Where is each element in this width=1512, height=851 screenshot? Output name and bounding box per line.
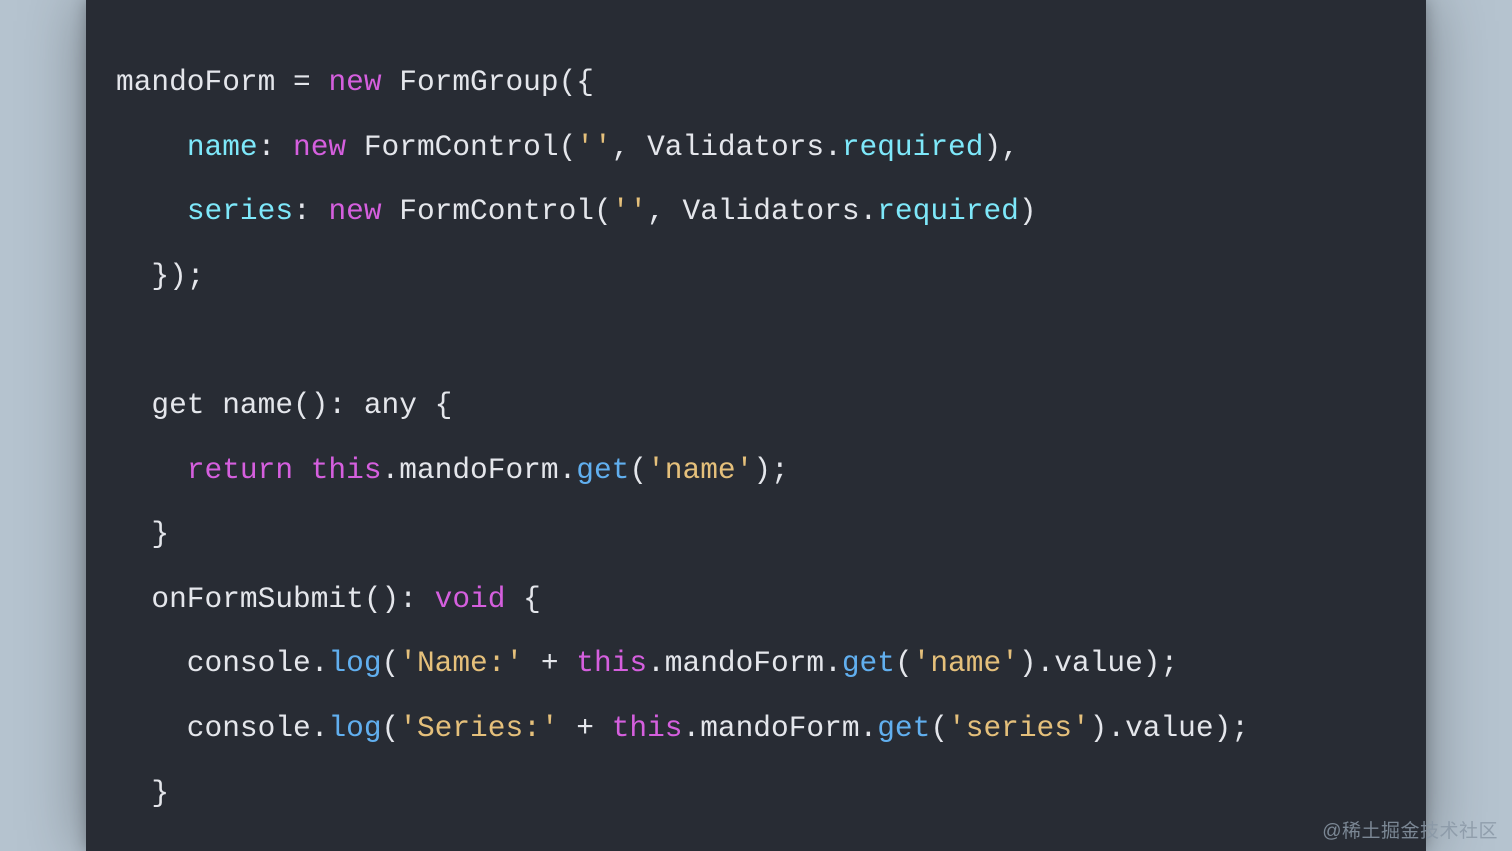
code-editor: mandoForm = new FormGroup({ name: new Fo… bbox=[86, 0, 1426, 851]
code-token: ); bbox=[753, 453, 788, 487]
code-token: + bbox=[559, 711, 612, 745]
code-token-string: 'name' bbox=[647, 453, 753, 487]
code-token-call: log bbox=[328, 711, 381, 745]
code-token: } bbox=[116, 517, 169, 551]
code-token bbox=[116, 194, 187, 228]
code-token-string: 'Series:' bbox=[399, 711, 558, 745]
code-token-this: this bbox=[576, 646, 647, 680]
code-token bbox=[293, 453, 311, 487]
code-token: ( bbox=[895, 646, 913, 680]
code-token bbox=[116, 130, 187, 164]
code-token: .mandoForm. bbox=[382, 453, 577, 487]
code-token: , Validators. bbox=[612, 130, 842, 164]
code-token: : bbox=[293, 194, 328, 228]
code-token: .mandoForm. bbox=[683, 711, 878, 745]
code-token-call: get bbox=[877, 711, 930, 745]
code-token: console. bbox=[116, 711, 328, 745]
code-token-property: required bbox=[877, 194, 1019, 228]
code-token: ( bbox=[629, 453, 647, 487]
code-token: ( bbox=[930, 711, 948, 745]
code-token: } bbox=[116, 776, 169, 810]
code-token-keyword: new bbox=[328, 65, 381, 99]
code-token-string: '' bbox=[612, 194, 647, 228]
code-token: + bbox=[523, 646, 576, 680]
code-token-string: 'Name:' bbox=[399, 646, 523, 680]
code-token: FormControl( bbox=[346, 130, 576, 164]
code-token: mandoForm bbox=[116, 65, 293, 99]
code-token: get name(): any { bbox=[116, 388, 452, 422]
code-token-property: required bbox=[842, 130, 984, 164]
code-token: FormControl( bbox=[382, 194, 612, 228]
code-token: FormGroup({ bbox=[382, 65, 594, 99]
code-token-string: '' bbox=[576, 130, 611, 164]
code-token-call: get bbox=[576, 453, 629, 487]
code-token: ), bbox=[983, 130, 1018, 164]
code-token-keyword: return bbox=[187, 453, 293, 487]
code-token: ).value); bbox=[1019, 646, 1178, 680]
code-token: ( bbox=[382, 711, 400, 745]
code-token: ( bbox=[382, 646, 400, 680]
code-token-property: series bbox=[187, 194, 293, 228]
code-token: console. bbox=[116, 646, 328, 680]
code-token: : bbox=[258, 130, 293, 164]
code-token: = bbox=[293, 65, 328, 99]
code-token-property: name bbox=[187, 130, 258, 164]
code-token: ) bbox=[1019, 194, 1037, 228]
code-token-call: get bbox=[842, 646, 895, 680]
code-token bbox=[116, 453, 187, 487]
code-token-keyword: new bbox=[328, 194, 381, 228]
code-token: onFormSubmit(): bbox=[116, 582, 435, 616]
code-token: }); bbox=[116, 259, 205, 293]
code-token: .mandoForm. bbox=[647, 646, 842, 680]
code-token-keyword: new bbox=[293, 130, 346, 164]
code-token: ).value); bbox=[1090, 711, 1249, 745]
code-token-this: this bbox=[311, 453, 382, 487]
code-token-call: log bbox=[328, 646, 381, 680]
code-token-keyword: void bbox=[435, 582, 506, 616]
code-token: { bbox=[505, 582, 540, 616]
code-token-string: 'name' bbox=[913, 646, 1019, 680]
code-token: , Validators. bbox=[647, 194, 877, 228]
code-block: mandoForm = new FormGroup({ name: new Fo… bbox=[116, 50, 1396, 825]
code-token-string: 'series' bbox=[948, 711, 1090, 745]
code-token-this: this bbox=[612, 711, 683, 745]
